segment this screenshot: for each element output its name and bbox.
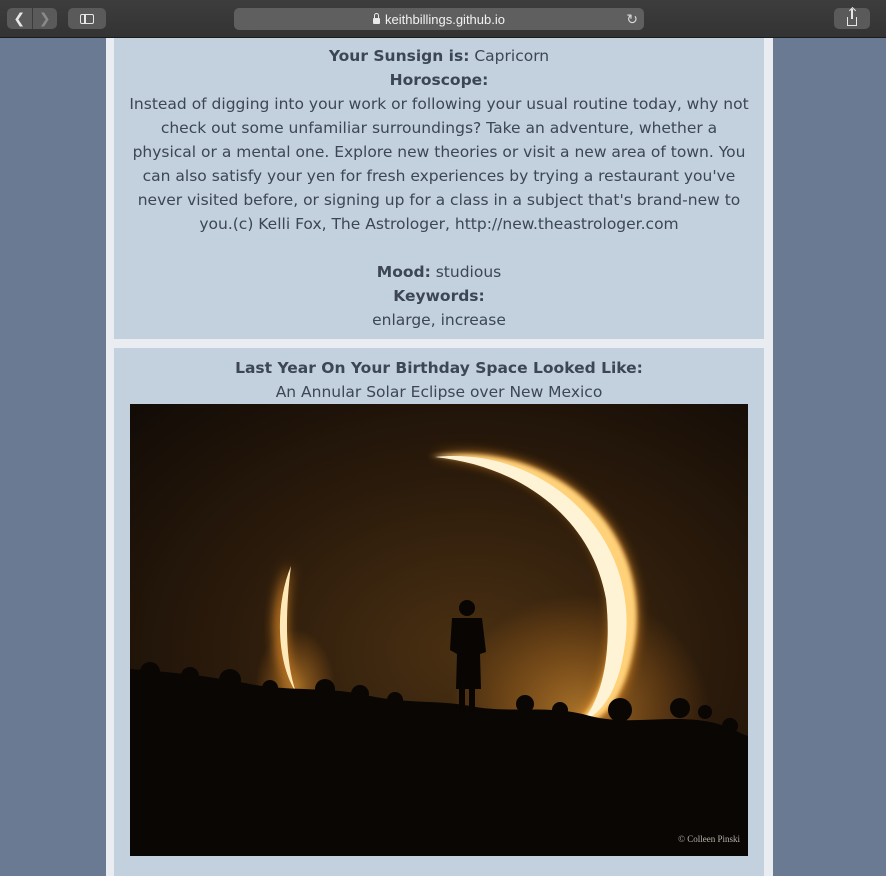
photo-credit: © Colleen Pinski	[678, 834, 740, 844]
mood-label: Mood:	[376, 263, 431, 281]
sunsign-label: Your Sunsign is:	[328, 47, 470, 65]
horoscope-label: Horoscope:	[389, 71, 489, 89]
back-button[interactable]: ❮	[7, 8, 32, 29]
chevron-right-icon: ❯	[38, 10, 51, 27]
share-icon	[847, 9, 857, 26]
lock-icon	[373, 13, 381, 24]
sidebar-icon	[80, 13, 94, 24]
browser-toolbar: ❮ ❯ keithbillings.github.io ↻	[0, 0, 886, 38]
address-bar[interactable]: keithbillings.github.io ↻	[234, 8, 644, 30]
page-container: Your Sunsign is: Capricorn Horoscope: In…	[106, 38, 773, 876]
mood-line: Mood: studious	[114, 260, 764, 284]
keywords-label: Keywords:	[393, 287, 485, 305]
chevron-left-icon: ❮	[13, 10, 26, 27]
share-button[interactable]	[834, 8, 870, 29]
sunsign-value: Capricorn	[474, 47, 550, 65]
mood-value: studious	[435, 263, 502, 281]
url-text: keithbillings.github.io	[385, 11, 505, 27]
space-panel: Last Year On Your Birthday Space Looked …	[114, 348, 764, 876]
eclipse-illustration	[130, 404, 748, 856]
reload-icon[interactable]: ↻	[626, 11, 638, 27]
history-nav: ❮ ❯	[7, 8, 57, 29]
keywords-value: enlarge, increase	[372, 311, 506, 329]
space-subtitle: An Annular Solar Eclipse over New Mexico	[275, 383, 603, 401]
sidebar-toggle-button[interactable]	[68, 8, 106, 29]
sunsign-line: Your Sunsign is: Capricorn	[114, 44, 764, 68]
horoscope-text: Instead of digging into your work or fol…	[129, 95, 749, 233]
horoscope-panel: Your Sunsign is: Capricorn Horoscope: In…	[114, 38, 764, 339]
forward-button[interactable]: ❯	[31, 8, 58, 29]
space-heading: Last Year On Your Birthday Space Looked …	[235, 359, 643, 377]
eclipse-photo: © Colleen Pinski	[130, 404, 748, 856]
